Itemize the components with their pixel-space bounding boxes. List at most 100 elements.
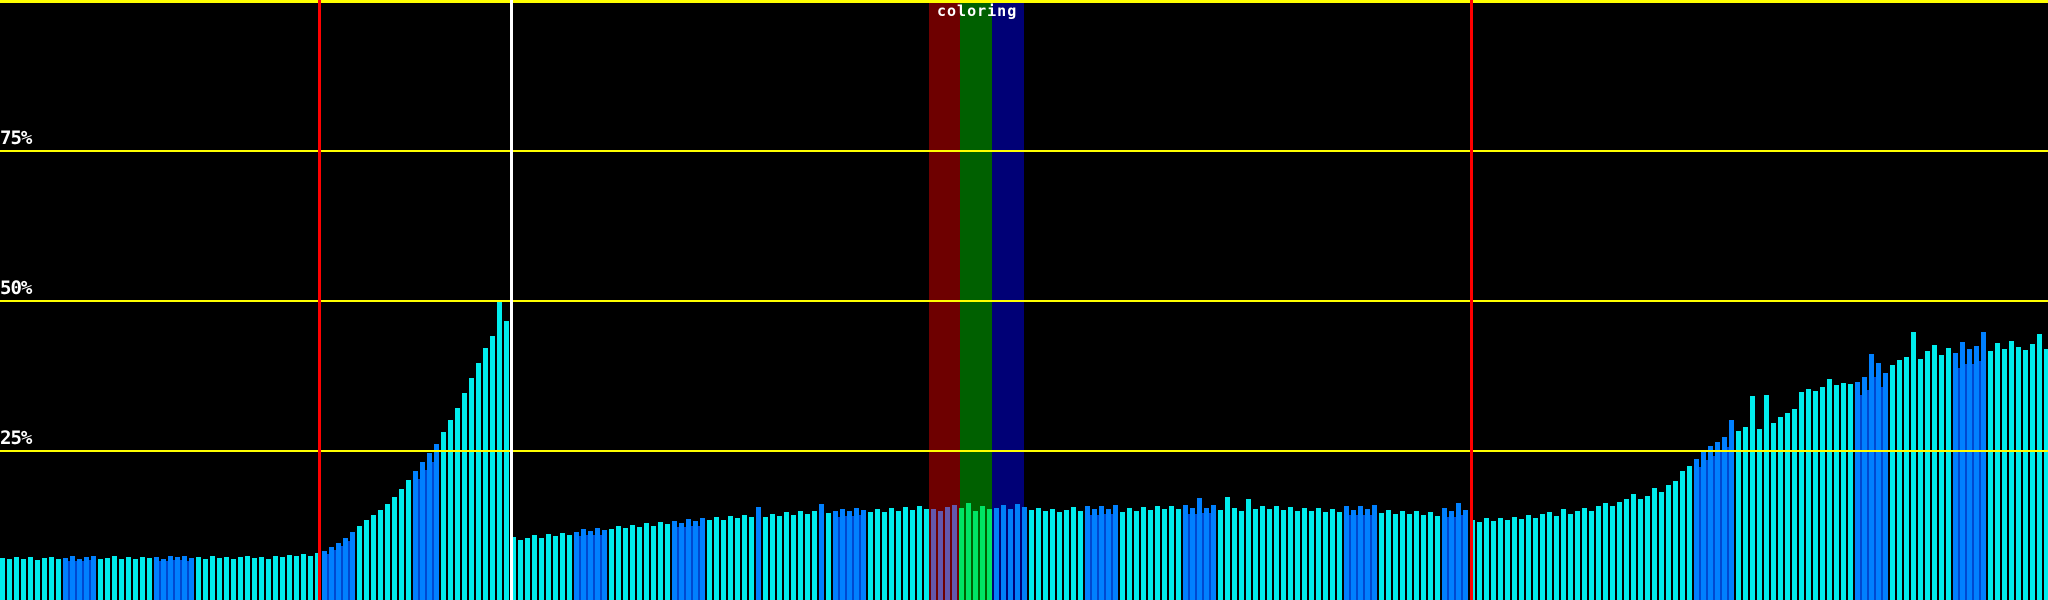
bar: [581, 529, 586, 600]
bar: [420, 462, 425, 600]
bar: [770, 514, 775, 600]
bar: [1883, 373, 1888, 600]
bar: [2030, 344, 2035, 600]
bar: [651, 526, 656, 600]
bar: [1624, 499, 1629, 600]
bar: [126, 557, 131, 600]
bar: [21, 559, 26, 600]
bar: [1267, 509, 1272, 600]
bar: [868, 512, 873, 600]
bar: [7, 559, 12, 600]
bar: [448, 420, 453, 600]
bar: [546, 534, 551, 600]
bar: [707, 520, 712, 600]
bar: [1953, 353, 1958, 600]
bar: [1442, 508, 1447, 600]
bar: [322, 551, 327, 600]
bar: [924, 509, 929, 600]
bar: [308, 556, 313, 600]
bar: [210, 556, 215, 600]
bar: [805, 514, 810, 600]
gridline-25: [0, 450, 2048, 452]
bar: [1792, 409, 1797, 600]
bar: [483, 348, 488, 600]
bar: [77, 559, 82, 600]
coloring-label: coloring: [937, 2, 1018, 20]
bar: [1911, 332, 1916, 600]
bar: [1554, 516, 1559, 600]
bar: [644, 523, 649, 600]
bar: [1050, 509, 1055, 600]
bar: [1813, 391, 1818, 600]
bar: [1890, 365, 1895, 600]
gridline-75: [0, 150, 2048, 152]
bar: [1372, 505, 1377, 600]
bar: [476, 363, 481, 600]
marker-line-white: [510, 0, 513, 600]
bar: [623, 528, 628, 600]
bar: [1176, 509, 1181, 600]
bar: [938, 511, 943, 600]
bar: [812, 511, 817, 600]
bar: [2037, 334, 2042, 600]
bar: [35, 560, 40, 600]
bar: [1428, 512, 1433, 600]
gridline-100: [0, 0, 2048, 3]
bar: [441, 432, 446, 600]
bar: [1722, 437, 1727, 600]
bar: [1316, 508, 1321, 600]
bar: [413, 471, 418, 600]
bar: [1666, 485, 1671, 600]
bar: [175, 557, 180, 600]
bar: [1071, 507, 1076, 600]
bar: [1323, 512, 1328, 600]
bar: [245, 556, 250, 600]
bar: [378, 510, 383, 600]
bar: [917, 506, 922, 600]
bar: [1841, 383, 1846, 600]
bar: [1435, 516, 1440, 600]
bar: [189, 558, 194, 600]
bar: [280, 557, 285, 600]
bar: [14, 557, 19, 600]
bar: [1127, 508, 1132, 600]
bar: [1358, 506, 1363, 600]
bar: [266, 559, 271, 600]
bar: [329, 547, 334, 600]
bar: [1505, 520, 1510, 600]
bar: [1834, 385, 1839, 600]
bar: [574, 532, 579, 600]
bar: [1617, 502, 1622, 600]
bar: [427, 453, 432, 600]
bar: [1687, 466, 1692, 600]
bar: [1750, 396, 1755, 600]
bar: [665, 524, 670, 600]
bar: [1344, 506, 1349, 600]
bar: [238, 557, 243, 600]
bar: [1498, 518, 1503, 600]
bar: [1337, 512, 1342, 600]
bar: [399, 489, 404, 600]
bar: [1183, 505, 1188, 600]
bar: [756, 507, 761, 600]
bar: [1379, 513, 1384, 600]
bar: [1848, 384, 1853, 600]
bar: [889, 508, 894, 600]
bar: [1715, 442, 1720, 600]
bar: [1638, 499, 1643, 600]
bar: [679, 523, 684, 600]
bar: [1799, 392, 1804, 600]
bar: [1673, 481, 1678, 600]
bar: [518, 540, 523, 600]
bar: [371, 515, 376, 600]
bar: [1246, 499, 1251, 600]
bar: [798, 511, 803, 600]
bar: [1365, 509, 1370, 600]
bar: [1764, 395, 1769, 600]
bar: [1190, 508, 1195, 600]
bar: [161, 559, 166, 600]
bar: [1043, 511, 1048, 600]
bar: [1708, 446, 1713, 600]
bar: [784, 512, 789, 600]
bar: [1008, 509, 1013, 600]
